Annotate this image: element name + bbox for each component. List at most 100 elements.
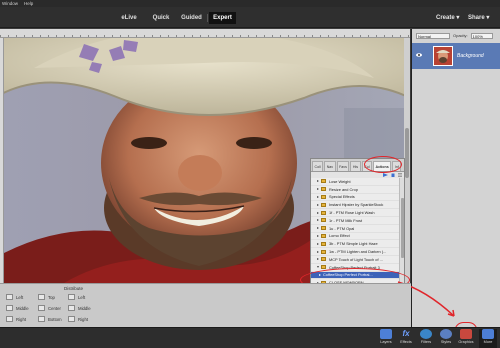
mode-expert-tab[interactable]: Expert [209, 12, 236, 24]
more-button-label: More [483, 340, 493, 344]
list-item[interactable]: Special Effects [311, 194, 399, 202]
layer-name: Background [457, 53, 484, 59]
tab-navigator[interactable]: Nav [324, 161, 336, 171]
expand-triangle-icon[interactable] [317, 195, 319, 198]
app-window: Window Help eLive Quick Guided Expert Cr… [0, 0, 500, 348]
menu-window[interactable]: Window [2, 1, 18, 6]
list-item[interactable]: Lomo Effect [311, 233, 399, 241]
scrollbar-thumb[interactable] [400, 198, 404, 258]
distribute-right-button[interactable]: Right [68, 316, 88, 322]
effects-button[interactable]: fx Effects [397, 329, 415, 348]
list-item[interactable]: 3b - PTM Simple Light Haze [311, 240, 399, 249]
distribute-center-icon [38, 305, 45, 311]
expand-triangle-icon[interactable] [317, 188, 319, 191]
layer-thumbnail [433, 46, 453, 66]
panel-bin-bar: Layers fx Effects Filters Styles Graphic… [0, 327, 500, 348]
align-left-button[interactable]: Left [6, 294, 23, 300]
distribute-left-button[interactable]: Left [68, 294, 85, 300]
action-label: 1w - PTM Lighten and Darken (... [329, 249, 387, 255]
list-item[interactable]: 1u - PTM Opal [311, 225, 399, 233]
mode-quick-tab[interactable]: Quick [150, 12, 172, 24]
distribute-bottom-label: Bottom [48, 316, 62, 322]
distribute-middle-label: Middle [78, 305, 91, 311]
filters-button[interactable]: Filters [417, 329, 435, 348]
mode-elive-tab[interactable]: eLive [118, 12, 140, 24]
tab-collections[interactable]: Coll [312, 161, 324, 171]
create-button[interactable]: Create ▾ [436, 12, 459, 24]
list-item[interactable]: Instant Hipster by SparkleStock [311, 201, 399, 210]
list-item[interactable]: 1f - PTM Rose Light Wash [311, 209, 399, 217]
effects-button-label: Effects [400, 340, 412, 344]
distribute-top-button[interactable]: Top [38, 294, 55, 300]
folder-icon [321, 202, 326, 207]
folder-icon [321, 265, 326, 270]
play-icon[interactable] [383, 173, 388, 177]
distribute-middle-button[interactable]: Middle [68, 305, 91, 311]
folder-icon [321, 179, 326, 184]
filters-icon [420, 329, 432, 339]
menu-icon[interactable] [398, 173, 402, 177]
expand-triangle-icon[interactable] [317, 211, 319, 214]
distribute-center-button[interactable]: Center [38, 305, 61, 311]
more-button[interactable]: More [479, 329, 497, 348]
align-left-icon [6, 294, 13, 300]
align-right-icon [6, 316, 13, 322]
align-right-label: Right [16, 316, 27, 322]
styles-icon [440, 329, 452, 339]
expand-triangle-icon[interactable] [317, 203, 319, 206]
layer-row-background[interactable]: Background [412, 43, 500, 69]
mode-bar: eLive Quick Guided Expert Create ▾ Share… [0, 7, 500, 28]
eye-icon[interactable] [416, 53, 422, 57]
distribute-bottom-icon [38, 316, 45, 322]
distribute-middle-icon [68, 305, 75, 311]
list-item[interactable]: Resize and Crop [311, 186, 399, 194]
ruler-horizontal [0, 29, 410, 38]
action-label: Resize and Crop [329, 186, 358, 192]
expand-triangle-icon[interactable] [317, 227, 319, 230]
folder-icon [321, 218, 326, 223]
action-label: Instant Hipster by SparkleStock [329, 202, 384, 208]
menu-bar: Window Help [0, 0, 500, 7]
scrollbar-thumb[interactable] [405, 128, 409, 178]
expand-triangle-icon[interactable] [317, 180, 319, 183]
distribute-bottom-button[interactable]: Bottom [38, 316, 62, 322]
expand-triangle-icon[interactable] [317, 219, 319, 222]
folder-icon [321, 194, 326, 199]
styles-button-label: Styles [440, 340, 452, 344]
align-right-button[interactable]: Right [6, 316, 26, 322]
folder-icon [321, 226, 326, 231]
list-item[interactable]: Lose Weight [311, 178, 399, 186]
distribute-top-icon [38, 294, 45, 300]
graphics-button-label: Graphics [458, 340, 474, 344]
distribute-top-label: Top [48, 294, 55, 300]
opacity-input[interactable]: 100% [470, 32, 493, 39]
align-middle-button[interactable]: Middle [6, 305, 29, 311]
list-item[interactable]: MCP Touch of Light Touch of ... [311, 256, 399, 264]
trash-icon[interactable] [391, 173, 395, 177]
distribute-right-icon [68, 316, 75, 322]
folder-icon [321, 241, 326, 246]
tab-history[interactable]: His [350, 161, 361, 171]
collapse-triangle-icon[interactable] [317, 266, 319, 269]
mode-divider [207, 14, 208, 22]
blend-mode-select[interactable]: Normal [416, 32, 450, 39]
distribute-center-label: Center [48, 305, 61, 311]
layers-button-label: Layers [380, 340, 392, 344]
layers-button[interactable]: Layers [377, 329, 395, 348]
folder-icon [321, 257, 326, 262]
action-label: 3b - PTM Simple Light Haze [329, 241, 378, 247]
graphics-button[interactable]: Graphics [457, 329, 475, 348]
folder-icon [321, 249, 326, 254]
list-item[interactable]: 1r - PTM Milk Frost [311, 217, 399, 225]
action-label: 1u - PTM Opal [329, 225, 355, 231]
share-button[interactable]: Share ▾ [468, 12, 489, 24]
styles-button[interactable]: Styles [437, 329, 455, 348]
expand-triangle-icon[interactable] [317, 234, 319, 237]
menu-help[interactable]: Help [24, 1, 33, 6]
tab-favorites[interactable]: Favs [336, 161, 350, 171]
expand-triangle-icon[interactable] [317, 250, 319, 253]
mode-guided-tab[interactable]: Guided [178, 12, 205, 24]
list-item[interactable]: 1w - PTM Lighten and Darken (... [311, 248, 399, 256]
expand-triangle-icon[interactable] [317, 242, 319, 245]
expand-triangle-icon[interactable] [317, 258, 319, 261]
